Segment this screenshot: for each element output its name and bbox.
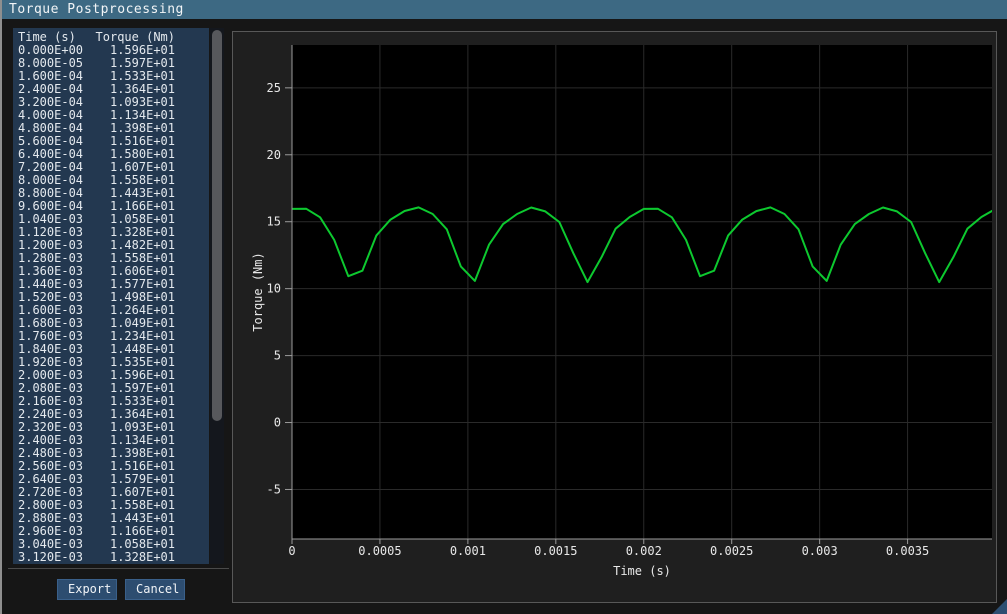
- y-tick-label: 5: [274, 349, 281, 363]
- y-tick-label: -5: [267, 482, 281, 496]
- title-bar[interactable]: Torque Postprocessing: [2, 0, 1007, 19]
- y-tick-label: 0: [274, 416, 281, 430]
- resize-grip-icon[interactable]: [992, 599, 1007, 614]
- x-tick-label: 0.0005: [358, 544, 401, 558]
- window-title: Torque Postprocessing: [9, 2, 184, 17]
- y-axis-title: Torque (Nm): [251, 252, 265, 331]
- x-tick-label: 0.002: [626, 544, 662, 558]
- torque-cell: 1.328E+01: [83, 551, 209, 564]
- torque-postprocessing-window: Torque Postprocessing Time (s) Torque (N…: [0, 0, 1007, 614]
- x-tick-label: 0.0035: [886, 544, 929, 558]
- table-rows: 0.000E+001.596E+018.000E-051.597E+011.60…: [13, 44, 209, 564]
- x-tick-label: 0.001: [450, 544, 486, 558]
- x-tick-label: 0.0015: [534, 544, 577, 558]
- torque-chart: -5 0 5 10 15 20 25 0 0.0005 0.001 0.0015 0.002 0.002…: [233, 32, 996, 602]
- panel-separator: [8, 568, 229, 569]
- plot-area: [292, 45, 992, 539]
- y-tick-label: 15: [267, 215, 281, 229]
- plot-panel: -5 0 5 10 15 20 25 0 0.0005 0.001 0.0015 0.002 0.002…: [232, 31, 997, 603]
- y-tick-label: 10: [267, 282, 281, 296]
- scrollbar-thumb[interactable]: [212, 30, 222, 421]
- y-tick-label: 25: [267, 81, 281, 95]
- y-tick-label: 20: [267, 148, 281, 162]
- data-table: Time (s) Torque (Nm) 0.000E+001.596E+018…: [13, 28, 209, 564]
- x-tick-label: 0: [288, 544, 295, 558]
- cancel-button[interactable]: Cancel: [125, 579, 185, 600]
- export-button[interactable]: Export: [57, 579, 117, 600]
- x-tick-label: 0.003: [802, 544, 838, 558]
- table-row[interactable]: 3.120E-031.328E+01: [13, 551, 209, 564]
- x-tick-label: 0.0025: [710, 544, 753, 558]
- time-cell: 3.120E-03: [18, 551, 83, 564]
- x-axis-title: Time (s): [613, 564, 671, 578]
- table-scrollbar[interactable]: [210, 28, 224, 564]
